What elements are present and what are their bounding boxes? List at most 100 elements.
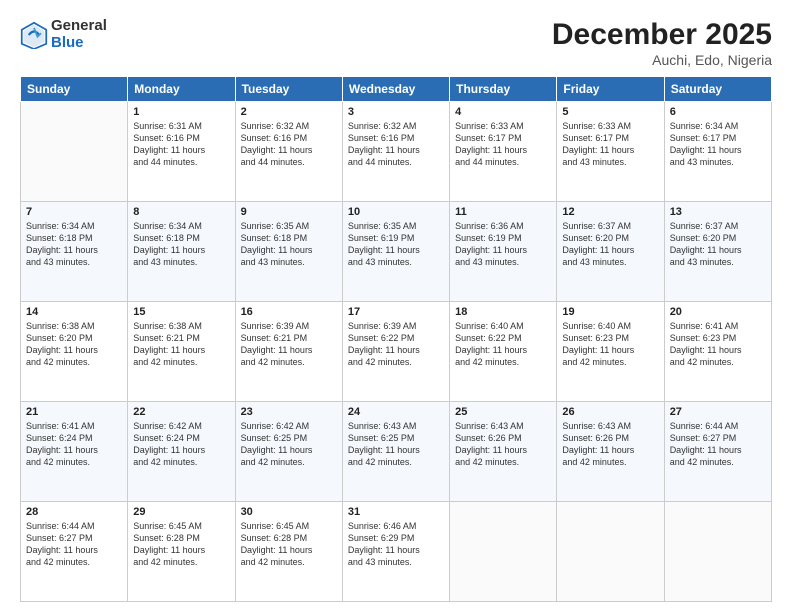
calendar-cell: 13 Sunrise: 6:37 AM Sunset: 6:20 PM Dayli… bbox=[664, 202, 771, 302]
cell-info: Sunrise: 6:33 AM Sunset: 6:17 PM Dayligh… bbox=[562, 120, 658, 169]
cell-info: Sunrise: 6:37 AM Sunset: 6:20 PM Dayligh… bbox=[670, 220, 766, 269]
cell-info: Sunrise: 6:44 AM Sunset: 6:27 PM Dayligh… bbox=[670, 420, 766, 469]
calendar-cell: 22 Sunrise: 6:42 AM Sunset: 6:24 PM Dayli… bbox=[128, 402, 235, 502]
day-number: 25 bbox=[455, 406, 551, 418]
calendar-cell: 29 Sunrise: 6:45 AM Sunset: 6:28 PM Dayli… bbox=[128, 502, 235, 602]
day-number: 26 bbox=[562, 406, 658, 418]
calendar-cell: 9 Sunrise: 6:35 AM Sunset: 6:18 PM Daylig… bbox=[235, 202, 342, 302]
logo-general-text: General bbox=[51, 18, 107, 35]
calendar-cell: 1 Sunrise: 6:31 AM Sunset: 6:16 PM Daylig… bbox=[128, 102, 235, 202]
calendar-cell: 19Sunrise: 6:40 AM Sunset: 6:23 PM Dayli… bbox=[557, 302, 664, 402]
calendar-table: Sunday Monday Tuesday Wednesday Thursday… bbox=[20, 76, 772, 602]
col-sunday: Sunday bbox=[21, 77, 128, 102]
cell-info: Sunrise: 6:38 AM Sunset: 6:21 PM Dayligh… bbox=[133, 320, 229, 369]
day-number: 2 bbox=[241, 106, 337, 118]
day-number: 28 bbox=[26, 506, 122, 518]
cell-info: Sunrise: 6:40 AM Sunset: 6:22 PM Dayligh… bbox=[455, 320, 551, 369]
calendar-cell: 23 Sunrise: 6:42 AM Sunset: 6:25 PM Dayli… bbox=[235, 402, 342, 502]
day-number: 6 bbox=[670, 106, 766, 118]
day-number: 27 bbox=[670, 406, 766, 418]
calendar-body: 1 Sunrise: 6:31 AM Sunset: 6:16 PM Daylig… bbox=[21, 102, 772, 602]
calendar-week-row: 14Sunrise: 6:38 AM Sunset: 6:20 PM Dayli… bbox=[21, 302, 772, 402]
calendar-header: Sunday Monday Tuesday Wednesday Thursday… bbox=[21, 77, 772, 102]
cell-info: Sunrise: 6:42 AM Sunset: 6:24 PM Dayligh… bbox=[133, 420, 229, 469]
calendar-cell: 12Sunrise: 6:37 AM Sunset: 6:20 PM Dayli… bbox=[557, 202, 664, 302]
calendar-cell: 26 Sunrise: 6:43 AM Sunset: 6:26 PM Dayli… bbox=[557, 402, 664, 502]
logo-text: General Blue bbox=[51, 18, 107, 51]
weekday-header-row: Sunday Monday Tuesday Wednesday Thursday… bbox=[21, 77, 772, 102]
day-number: 22 bbox=[133, 406, 229, 418]
calendar-cell: 7 Sunrise: 6:34 AM Sunset: 6:18 PM Daylig… bbox=[21, 202, 128, 302]
calendar-cell: 28 Sunrise: 6:44 AM Sunset: 6:27 PM Dayli… bbox=[21, 502, 128, 602]
calendar-cell bbox=[557, 502, 664, 602]
calendar-cell: 10 Sunrise: 6:35 AM Sunset: 6:19 PM Dayli… bbox=[342, 202, 449, 302]
cell-info: Sunrise: 6:44 AM Sunset: 6:27 PM Dayligh… bbox=[26, 520, 122, 569]
cell-info: Sunrise: 6:45 AM Sunset: 6:28 PM Dayligh… bbox=[133, 520, 229, 569]
day-number: 13 bbox=[670, 206, 766, 218]
day-number: 8 bbox=[133, 206, 229, 218]
calendar-cell: 18Sunrise: 6:40 AM Sunset: 6:22 PM Dayli… bbox=[450, 302, 557, 402]
calendar-cell: 15Sunrise: 6:38 AM Sunset: 6:21 PM Dayli… bbox=[128, 302, 235, 402]
calendar-cell: 25Sunrise: 6:43 AM Sunset: 6:26 PM Dayli… bbox=[450, 402, 557, 502]
day-number: 14 bbox=[26, 306, 122, 318]
calendar-cell: 5 Sunrise: 6:33 AM Sunset: 6:17 PM Daylig… bbox=[557, 102, 664, 202]
calendar-cell: 27 Sunrise: 6:44 AM Sunset: 6:27 PM Dayli… bbox=[664, 402, 771, 502]
cell-info: Sunrise: 6:46 AM Sunset: 6:29 PM Dayligh… bbox=[348, 520, 444, 569]
cell-info: Sunrise: 6:34 AM Sunset: 6:18 PM Dayligh… bbox=[26, 220, 122, 269]
day-number: 29 bbox=[133, 506, 229, 518]
day-number: 10 bbox=[348, 206, 444, 218]
calendar-cell: 20 Sunrise: 6:41 AM Sunset: 6:23 PM Dayli… bbox=[664, 302, 771, 402]
day-number: 16 bbox=[241, 306, 337, 318]
col-thursday: Thursday bbox=[450, 77, 557, 102]
calendar-cell: 31 Sunrise: 6:46 AM Sunset: 6:29 PM Dayli… bbox=[342, 502, 449, 602]
day-number: 1 bbox=[133, 106, 229, 118]
day-number: 9 bbox=[241, 206, 337, 218]
calendar-cell: 24 Sunrise: 6:43 AM Sunset: 6:25 PM Dayli… bbox=[342, 402, 449, 502]
calendar-cell: 2 Sunrise: 6:32 AM Sunset: 6:16 PM Daylig… bbox=[235, 102, 342, 202]
day-number: 24 bbox=[348, 406, 444, 418]
day-number: 5 bbox=[562, 106, 658, 118]
calendar-week-row: 28 Sunrise: 6:44 AM Sunset: 6:27 PM Dayli… bbox=[21, 502, 772, 602]
day-number: 7 bbox=[26, 206, 122, 218]
calendar-week-row: 7 Sunrise: 6:34 AM Sunset: 6:18 PM Daylig… bbox=[21, 202, 772, 302]
cell-info: Sunrise: 6:41 AM Sunset: 6:24 PM Dayligh… bbox=[26, 420, 122, 469]
page: General Blue December 2025 Auchi, Edo, N… bbox=[0, 0, 792, 612]
cell-info: Sunrise: 6:35 AM Sunset: 6:18 PM Dayligh… bbox=[241, 220, 337, 269]
logo: General Blue bbox=[20, 18, 107, 51]
cell-info: Sunrise: 6:32 AM Sunset: 6:16 PM Dayligh… bbox=[241, 120, 337, 169]
day-number: 23 bbox=[241, 406, 337, 418]
calendar-cell: 21 Sunrise: 6:41 AM Sunset: 6:24 PM Dayli… bbox=[21, 402, 128, 502]
cell-info: Sunrise: 6:34 AM Sunset: 6:18 PM Dayligh… bbox=[133, 220, 229, 269]
calendar-cell: 14Sunrise: 6:38 AM Sunset: 6:20 PM Dayli… bbox=[21, 302, 128, 402]
col-wednesday: Wednesday bbox=[342, 77, 449, 102]
logo-icon bbox=[20, 21, 48, 49]
logo-blue-text: Blue bbox=[51, 35, 107, 52]
cell-info: Sunrise: 6:35 AM Sunset: 6:19 PM Dayligh… bbox=[348, 220, 444, 269]
calendar-cell bbox=[664, 502, 771, 602]
col-saturday: Saturday bbox=[664, 77, 771, 102]
cell-info: Sunrise: 6:43 AM Sunset: 6:25 PM Dayligh… bbox=[348, 420, 444, 469]
calendar-cell: 30Sunrise: 6:45 AM Sunset: 6:28 PM Dayli… bbox=[235, 502, 342, 602]
day-number: 20 bbox=[670, 306, 766, 318]
month-title: December 2025 bbox=[552, 18, 772, 52]
col-tuesday: Tuesday bbox=[235, 77, 342, 102]
cell-info: Sunrise: 6:43 AM Sunset: 6:26 PM Dayligh… bbox=[562, 420, 658, 469]
cell-info: Sunrise: 6:31 AM Sunset: 6:16 PM Dayligh… bbox=[133, 120, 229, 169]
cell-info: Sunrise: 6:42 AM Sunset: 6:25 PM Dayligh… bbox=[241, 420, 337, 469]
header: General Blue December 2025 Auchi, Edo, N… bbox=[20, 18, 772, 68]
calendar-cell: 16Sunrise: 6:39 AM Sunset: 6:21 PM Dayli… bbox=[235, 302, 342, 402]
col-friday: Friday bbox=[557, 77, 664, 102]
calendar-cell: 8 Sunrise: 6:34 AM Sunset: 6:18 PM Daylig… bbox=[128, 202, 235, 302]
day-number: 3 bbox=[348, 106, 444, 118]
cell-info: Sunrise: 6:34 AM Sunset: 6:17 PM Dayligh… bbox=[670, 120, 766, 169]
day-number: 31 bbox=[348, 506, 444, 518]
day-number: 30 bbox=[241, 506, 337, 518]
day-number: 17 bbox=[348, 306, 444, 318]
calendar-cell bbox=[21, 102, 128, 202]
calendar-cell: 11Sunrise: 6:36 AM Sunset: 6:19 PM Dayli… bbox=[450, 202, 557, 302]
calendar-cell: 4Sunrise: 6:33 AM Sunset: 6:17 PM Daylig… bbox=[450, 102, 557, 202]
cell-info: Sunrise: 6:41 AM Sunset: 6:23 PM Dayligh… bbox=[670, 320, 766, 369]
calendar-week-row: 1 Sunrise: 6:31 AM Sunset: 6:16 PM Daylig… bbox=[21, 102, 772, 202]
day-number: 21 bbox=[26, 406, 122, 418]
cell-info: Sunrise: 6:40 AM Sunset: 6:23 PM Dayligh… bbox=[562, 320, 658, 369]
